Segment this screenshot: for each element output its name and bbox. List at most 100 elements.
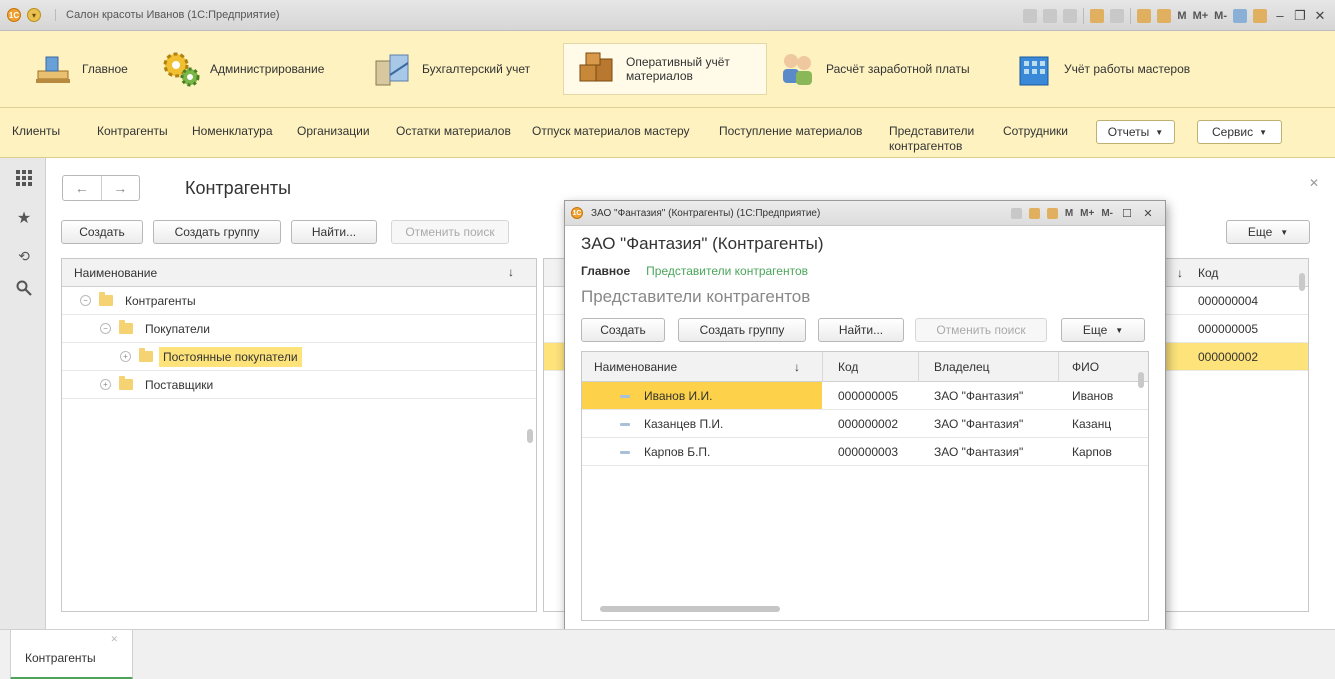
create-button[interactable]: Создать xyxy=(61,220,143,244)
calculator-icon[interactable] xyxy=(1137,8,1152,23)
nav-representatives[interactable]: Представители контрагентов xyxy=(646,264,808,278)
table-row[interactable]: Карпов Б.П. 000000003 ЗАО "Фантазия" Кар… xyxy=(582,438,1148,466)
find-button[interactable]: Найти... xyxy=(291,220,377,244)
tree-row[interactable]: + Поставщики xyxy=(62,371,536,399)
column-code[interactable]: Код xyxy=(838,360,858,374)
dropdown-arrow-icon: ▼ xyxy=(1259,127,1267,137)
create-group-button[interactable]: Создать группу xyxy=(678,318,806,342)
table-row-selected[interactable]: Иванов И.И. 000000005 ЗАО "Фантазия" Ива… xyxy=(582,382,1148,410)
main-menu-icon[interactable]: ▾ xyxy=(27,8,41,22)
tool-strip: ★ ⟲ xyxy=(0,158,46,629)
memory-minus-button[interactable]: M- xyxy=(1101,208,1113,219)
collapse-icon[interactable]: − xyxy=(100,323,111,334)
cancel-search-button[interactable]: Отменить поиск xyxy=(391,220,509,244)
window-title: Салон красоты Иванов (1С:Предприятие) xyxy=(55,9,280,21)
close-icon[interactable]: ✕ xyxy=(1141,207,1155,220)
memory-m-button[interactable]: M xyxy=(1177,10,1186,22)
cancel-search-button[interactable]: Отменить поиск xyxy=(915,318,1047,342)
groups-tree: Наименование ↓ − Контрагенты − Покупател… xyxy=(61,258,537,612)
cmd-organizations[interactable]: Организации xyxy=(297,124,370,139)
calendar-icon[interactable] xyxy=(1046,208,1058,219)
close-tab-icon[interactable]: ✕ xyxy=(110,634,118,645)
back-arrow-icon[interactable]: ← xyxy=(63,176,102,200)
column-code[interactable]: Код xyxy=(1198,266,1218,280)
maximize-icon[interactable]: ☐ xyxy=(1120,207,1134,220)
desk-icon xyxy=(32,49,74,89)
section-main[interactable]: Главное xyxy=(32,44,128,94)
history-nav: ← → xyxy=(62,175,140,201)
more-button[interactable]: Еще ▼ xyxy=(1226,220,1310,244)
cmd-counterparty-reps[interactable]: Представители контрагентов xyxy=(889,124,974,154)
column-name[interactable]: Наименование xyxy=(594,360,677,374)
link-icon[interactable] xyxy=(1010,208,1022,219)
gears-icon xyxy=(160,49,202,89)
column-fio[interactable]: ФИО xyxy=(1072,360,1099,374)
close-form-icon[interactable]: ✕ xyxy=(1309,176,1319,190)
save-icon[interactable] xyxy=(1023,8,1038,23)
tree-row[interactable]: − Покупатели xyxy=(62,315,536,343)
history-clock-icon[interactable]: ⟲ xyxy=(14,246,34,266)
tree-row[interactable]: − Контрагенты xyxy=(62,287,536,315)
memory-minus-button[interactable]: M- xyxy=(1214,10,1227,22)
search-icon[interactable] xyxy=(14,278,34,298)
memory-plus-button[interactable]: M+ xyxy=(1193,10,1209,22)
item-dash-icon xyxy=(620,451,630,454)
commands-bar: Клиенты Контрагенты Номенклатура Организ… xyxy=(0,108,1335,158)
restore-icon[interactable]: ❐ xyxy=(1293,8,1307,24)
section-masters-work[interactable]: Учёт работы мастеров xyxy=(1014,44,1190,94)
cmd-material-balances[interactable]: Остатки материалов xyxy=(396,124,511,139)
collapse-icon[interactable]: − xyxy=(80,295,91,306)
favorites-star-icon[interactable]: ★ xyxy=(14,208,34,228)
tree-row[interactable]: + Постоянные покупатели xyxy=(62,343,536,371)
service-button[interactable]: Сервис ▼ xyxy=(1197,120,1282,144)
section-operational-materials[interactable]: Оперативный учёт материалов xyxy=(563,43,767,95)
column-owner[interactable]: Владелец xyxy=(934,360,990,374)
info-icon[interactable] xyxy=(1253,8,1267,23)
scrollbar[interactable] xyxy=(527,429,533,443)
cmd-nomenclature[interactable]: Номенклатура xyxy=(192,124,273,139)
divider xyxy=(918,352,919,382)
favorites-icon[interactable] xyxy=(1090,8,1105,23)
nav-main[interactable]: Главное xyxy=(581,264,630,278)
folder-icon xyxy=(119,376,133,390)
memory-m-button[interactable]: M xyxy=(1065,208,1073,219)
scrollbar[interactable] xyxy=(1299,273,1305,291)
cmd-counterparties[interactable]: Контрагенты xyxy=(97,124,168,139)
dialog-titlebar: 1С ЗАО "Фантазия" (Контрагенты) (1С:Пред… xyxy=(565,201,1165,226)
tab-counterparties[interactable]: Контрагенты ✕ xyxy=(10,630,133,679)
section-payroll[interactable]: Расчёт заработной платы xyxy=(776,44,970,94)
all-functions-icon[interactable] xyxy=(14,168,34,188)
titlebar-tools: M M+ M- – ❐ ✕ xyxy=(1023,0,1327,31)
table-row[interactable]: Казанцев П.И. 000000002 ЗАО "Фантазия" К… xyxy=(582,410,1148,438)
cmd-employees[interactable]: Сотрудники xyxy=(1003,124,1068,139)
find-button[interactable]: Найти... xyxy=(818,318,904,342)
history-icon[interactable] xyxy=(1110,8,1125,23)
print-icon[interactable] xyxy=(1043,8,1058,23)
more-button[interactable]: Еще ▼ xyxy=(1061,318,1145,342)
cmd-clients[interactable]: Клиенты xyxy=(12,124,60,139)
close-icon[interactable]: ✕ xyxy=(1313,8,1327,24)
horizontal-scrollbar[interactable] xyxy=(600,606,780,612)
cmd-material-receipt[interactable]: Поступление материалов xyxy=(719,124,862,139)
memory-plus-button[interactable]: M+ xyxy=(1080,208,1094,219)
expand-icon[interactable]: + xyxy=(120,351,131,362)
section-accounting[interactable]: Бухгалтерский учет xyxy=(372,44,530,94)
sort-down-icon: ↓ xyxy=(1177,266,1183,280)
create-button[interactable]: Создать xyxy=(581,318,665,342)
window-layout-icon[interactable] xyxy=(1233,8,1247,23)
calculator-icon[interactable] xyxy=(1028,208,1040,219)
forward-arrow-icon[interactable]: → xyxy=(102,176,140,200)
reports-button[interactable]: Отчеты ▼ xyxy=(1096,120,1175,144)
create-group-button[interactable]: Создать группу xyxy=(153,220,281,244)
app-logo-icon[interactable]: 1С xyxy=(7,8,21,22)
calendar-icon[interactable] xyxy=(1157,8,1172,23)
section-administration[interactable]: Администрирование xyxy=(160,44,324,94)
cmd-material-issue[interactable]: Отпуск материалов мастеру xyxy=(532,124,690,139)
minimize-icon[interactable]: – xyxy=(1273,8,1287,23)
dialog-nav: Главное Представители контрагентов xyxy=(581,264,808,278)
link-icon[interactable] xyxy=(1063,8,1078,23)
scrollbar[interactable] xyxy=(1138,372,1144,388)
tree-header[interactable]: Наименование ↓ xyxy=(62,259,536,287)
expand-icon[interactable]: + xyxy=(100,379,111,390)
sections-panel: Главное Администрирование Бухгалтерский … xyxy=(0,31,1335,108)
